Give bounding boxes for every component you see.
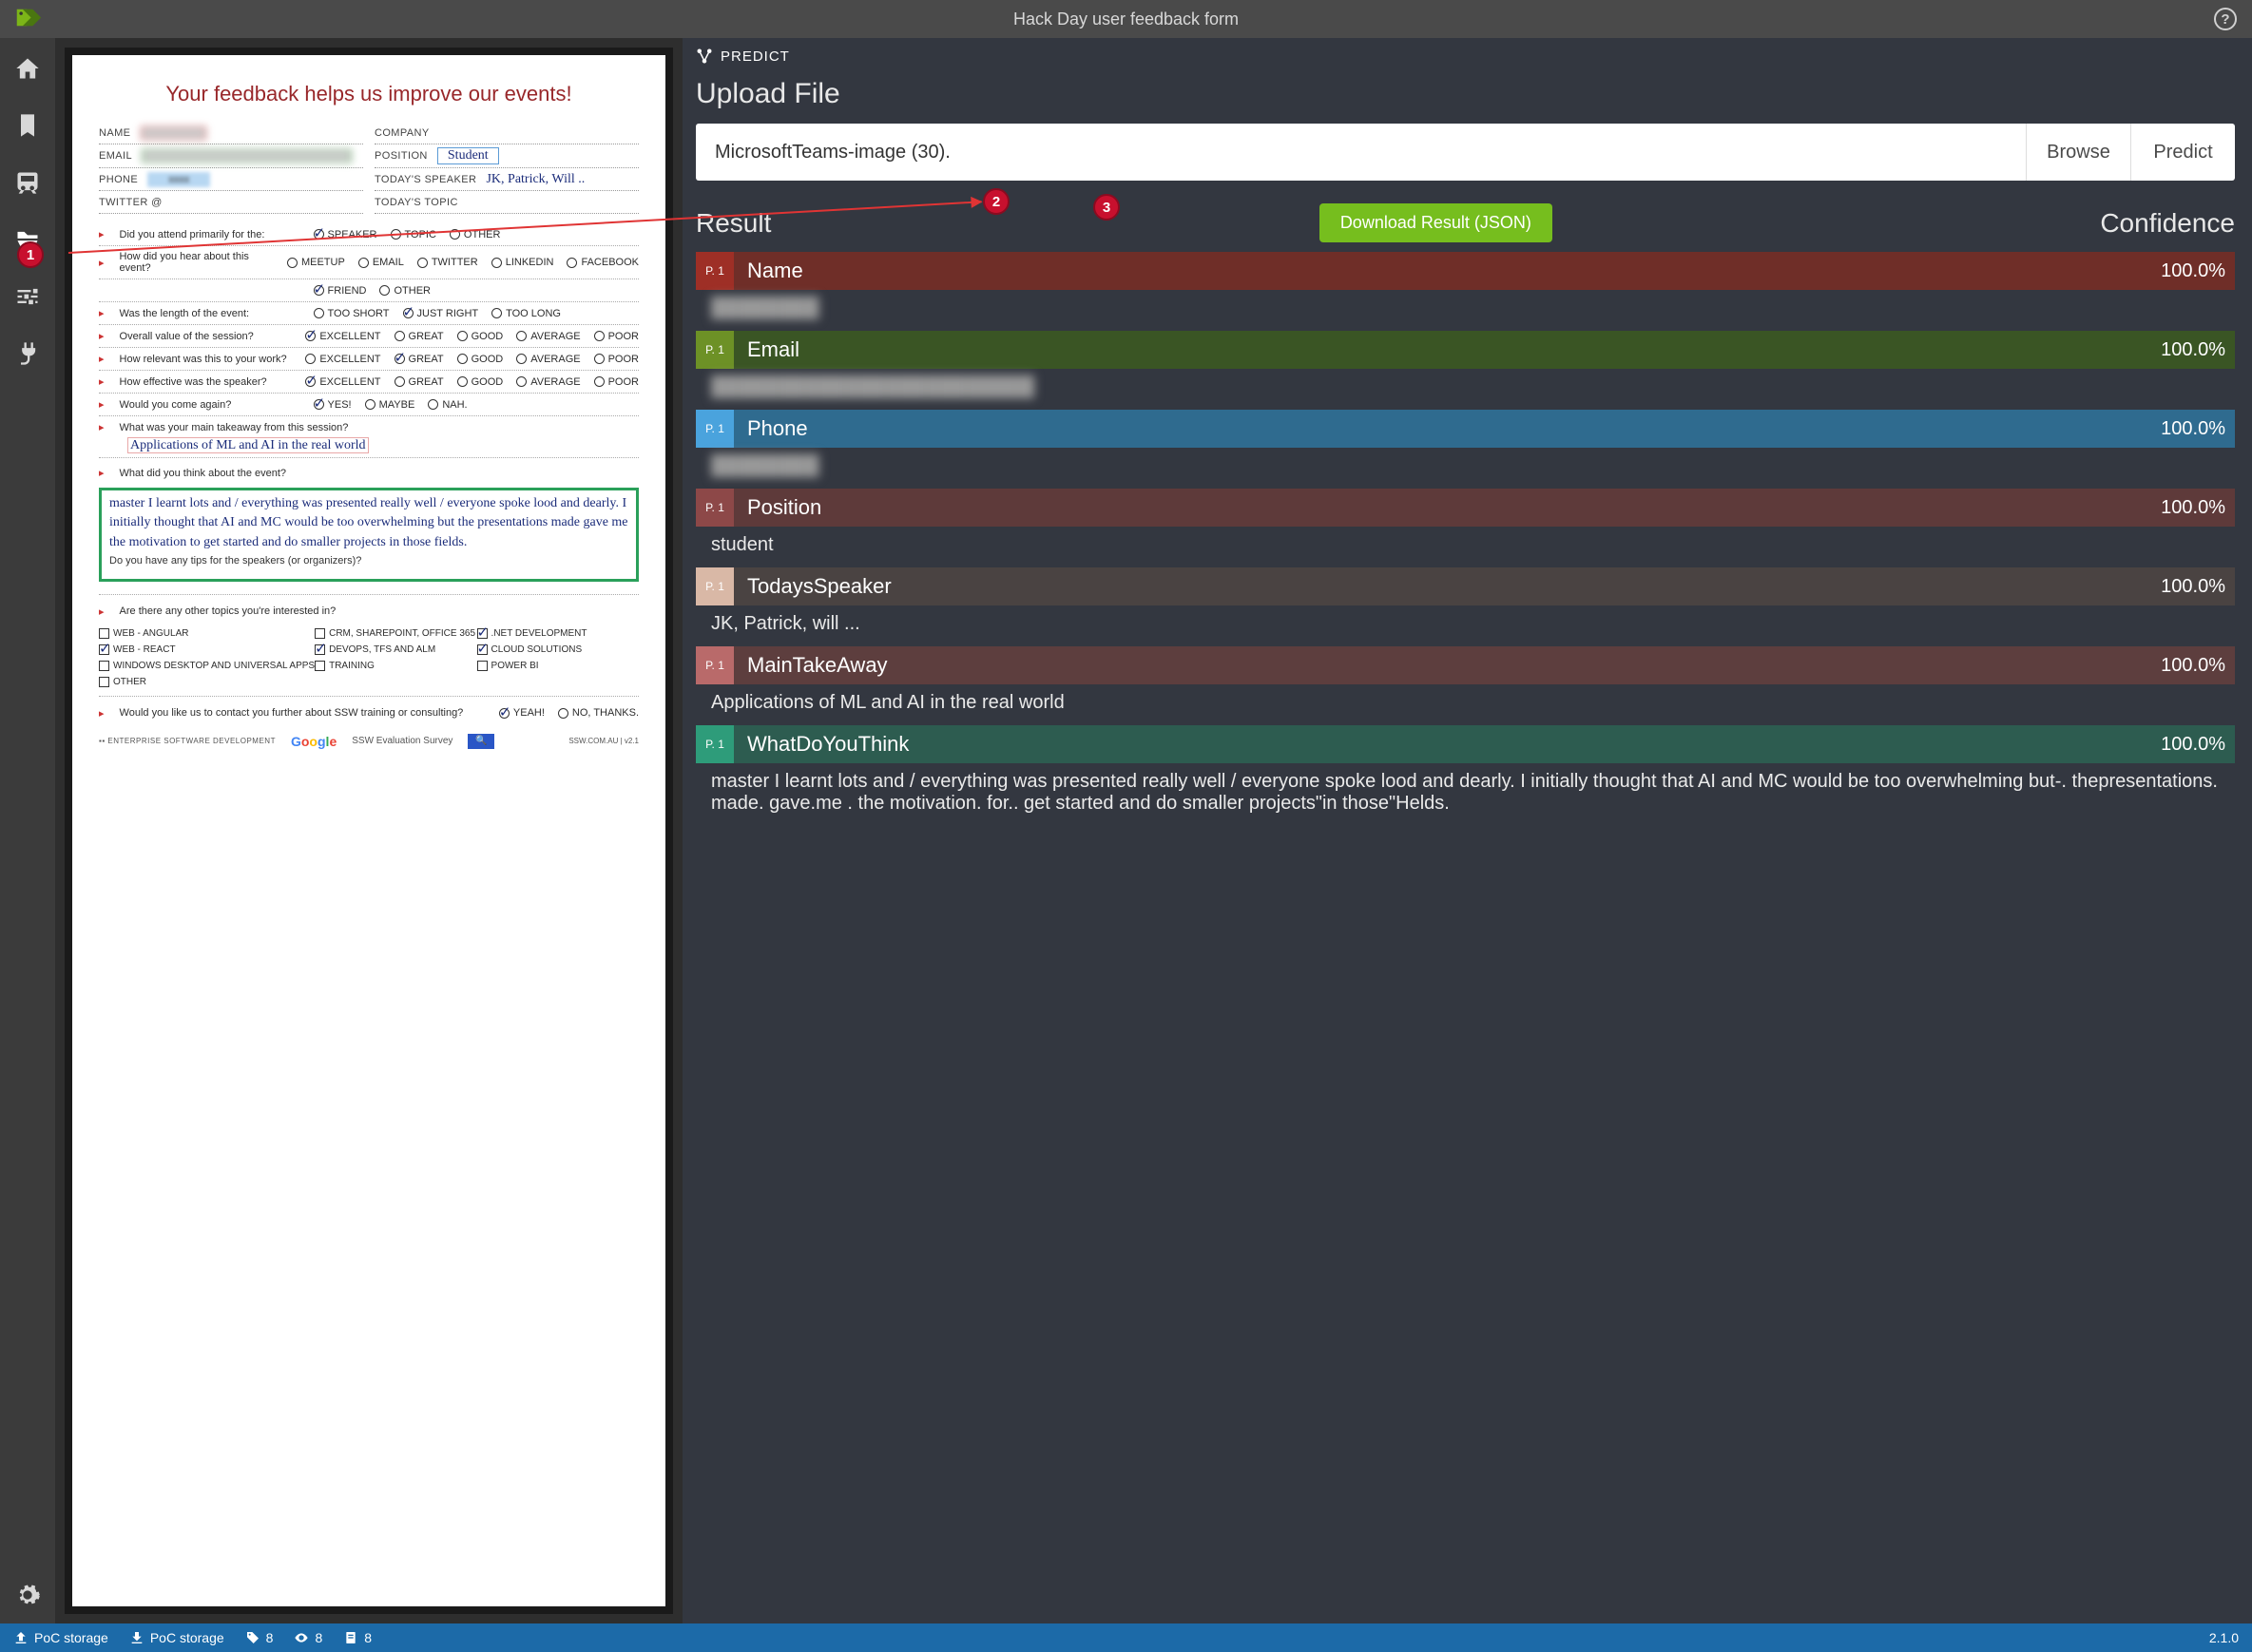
predict-section-header: PREDICT: [696, 48, 2235, 65]
q-again: ▸Would you come again? YES! MAYBE NAH.: [99, 394, 639, 416]
scanned-form: Your feedback helps us improve our event…: [72, 55, 665, 1606]
top-bar: Hack Day user feedback form ?: [0, 0, 2252, 38]
page-badge: P. 1: [696, 646, 734, 684]
gear-icon[interactable]: [12, 1580, 43, 1610]
result-header: Result Download Result (JSON) Confidence: [696, 203, 2235, 242]
think-handwriting-box: master I learnt lots and / everything wa…: [99, 488, 639, 582]
confidence-value: 100.0%: [2161, 734, 2235, 756]
confidence-title: Confidence: [2100, 208, 2235, 239]
q-value: ▸Overall value of the session? EXCELLENT…: [99, 325, 639, 348]
tags-count[interactable]: 8: [245, 1630, 274, 1645]
position-value: Student: [437, 147, 499, 164]
confidence-value: 100.0%: [2161, 576, 2235, 598]
confidence-value: 100.0%: [2161, 655, 2235, 677]
settings-sliders-icon[interactable]: [12, 281, 43, 312]
result-item[interactable]: P. 1MainTakeAway100.0% Applications of ML…: [696, 646, 2235, 725]
search-icon: 🔍: [468, 734, 494, 749]
bookmark-icon[interactable]: [12, 110, 43, 141]
upload-heading: Upload File: [696, 78, 2235, 110]
result-item[interactable]: P. 1Position100.0% student: [696, 489, 2235, 567]
results-list: P. 1Name100.0%████████P. 1Email100.0%███…: [696, 252, 2235, 826]
topics-grid: WEB - ANGULARCRM, SHAREPOINT, OFFICE 365…: [99, 628, 639, 687]
result-item[interactable]: P. 1Email100.0% ████████████████████████: [696, 331, 2235, 410]
annotation-badge-2: 2: [983, 188, 1010, 215]
brand-tag-icon: [15, 8, 42, 30]
field-name: Phone: [734, 416, 2161, 441]
field-name: WhatDoYouThink: [734, 732, 2161, 757]
storage-2[interactable]: PoC storage: [129, 1630, 224, 1645]
result-item[interactable]: P. 1Phone100.0% ████████: [696, 410, 2235, 489]
field-value: ████████: [696, 290, 2235, 331]
field-value: master I learnt lots and / everything wa…: [696, 763, 2235, 826]
upload-box: MicrosoftTeams-image (30). Browse Predic…: [696, 124, 2235, 181]
form-footer: ▪▪ ENTERPRISE SOFTWARE DEVELOPMENT Googl…: [99, 734, 639, 749]
plug-icon[interactable]: [12, 338, 43, 369]
confidence-value: 100.0%: [2161, 339, 2235, 361]
confidence-value: 100.0%: [2161, 418, 2235, 440]
field-value: ████████████████████████: [696, 369, 2235, 410]
docs-count[interactable]: 8: [343, 1630, 372, 1645]
predict-button[interactable]: Predict: [2130, 124, 2235, 181]
confidence-value: 100.0%: [2161, 260, 2235, 282]
q-hear: ▸How did you hear about this event? MEET…: [99, 246, 639, 279]
email-value: xxxxxxxxxxxxxxxxxx: [142, 149, 352, 163]
page-badge: P. 1: [696, 410, 734, 448]
field-name: Position: [734, 495, 2161, 520]
result-item[interactable]: P. 1TodaysSpeaker100.0% JK, Patrick, will…: [696, 567, 2235, 646]
predict-panel: PREDICT Upload File MicrosoftTeams-image…: [683, 38, 2252, 1623]
help-icon[interactable]: ?: [2214, 8, 2237, 30]
page-badge: P. 1: [696, 725, 734, 763]
q-length: ▸Was the length of the event: TOO SHORT …: [99, 302, 639, 325]
name-value: xxxxxxxxxx: [141, 126, 206, 140]
left-sidebar: 1: [0, 38, 55, 1623]
views-count[interactable]: 8: [294, 1630, 322, 1645]
page-badge: P. 1: [696, 567, 734, 605]
browse-button[interactable]: Browse: [2026, 124, 2130, 181]
result-item[interactable]: P. 1WhatDoYouThink100.0% master I learnt …: [696, 725, 2235, 826]
takeaway-handwriting: Applications of ML and AI in the real wo…: [127, 437, 369, 453]
annotation-badge-3: 3: [1093, 194, 1120, 221]
page-badge: P. 1: [696, 331, 734, 369]
status-bar: PoC storage PoC storage 8 8 8 2.1.0: [0, 1623, 2252, 1652]
q-effective: ▸How effective was the speaker? EXCELLEN…: [99, 371, 639, 394]
version-label: 2.1.0: [2204, 1630, 2239, 1645]
main-content: 1 Your feedback helps us improve our eve…: [0, 38, 2252, 1623]
download-json-button[interactable]: Download Result (JSON): [1319, 203, 1552, 242]
confidence-value: 100.0%: [2161, 497, 2235, 519]
phone-value: xxxx: [147, 172, 210, 187]
field-value: Applications of ML and AI in the real wo…: [696, 684, 2235, 725]
field-value: student: [696, 527, 2235, 567]
home-icon[interactable]: [12, 53, 43, 84]
page-badge: P. 1: [696, 489, 734, 527]
result-item[interactable]: P. 1Name100.0% ████████: [696, 252, 2235, 331]
annotation-badge-1: 1: [17, 241, 44, 268]
field-name: MainTakeAway: [734, 653, 2161, 678]
field-value: JK, Patrick, will ...: [696, 605, 2235, 646]
speaker-value: JK, Patrick, Will ..: [486, 172, 585, 187]
field-name: TodaysSpeaker: [734, 574, 2161, 599]
form-title: Your feedback helps us improve our event…: [99, 82, 639, 106]
storage-1[interactable]: PoC storage: [13, 1630, 108, 1645]
field-name: Name: [734, 259, 2161, 283]
q-relevant: ▸How relevant was this to your work? EXC…: [99, 348, 639, 371]
page-title: Hack Day user feedback form: [1013, 10, 1239, 29]
field-name: Email: [734, 337, 2161, 362]
page-badge: P. 1: [696, 252, 734, 290]
field-value: ████████: [696, 448, 2235, 489]
train-icon[interactable]: [12, 167, 43, 198]
upload-filename[interactable]: MicrosoftTeams-image (30).: [696, 124, 2026, 181]
document-viewer: Your feedback helps us improve our event…: [55, 38, 683, 1623]
